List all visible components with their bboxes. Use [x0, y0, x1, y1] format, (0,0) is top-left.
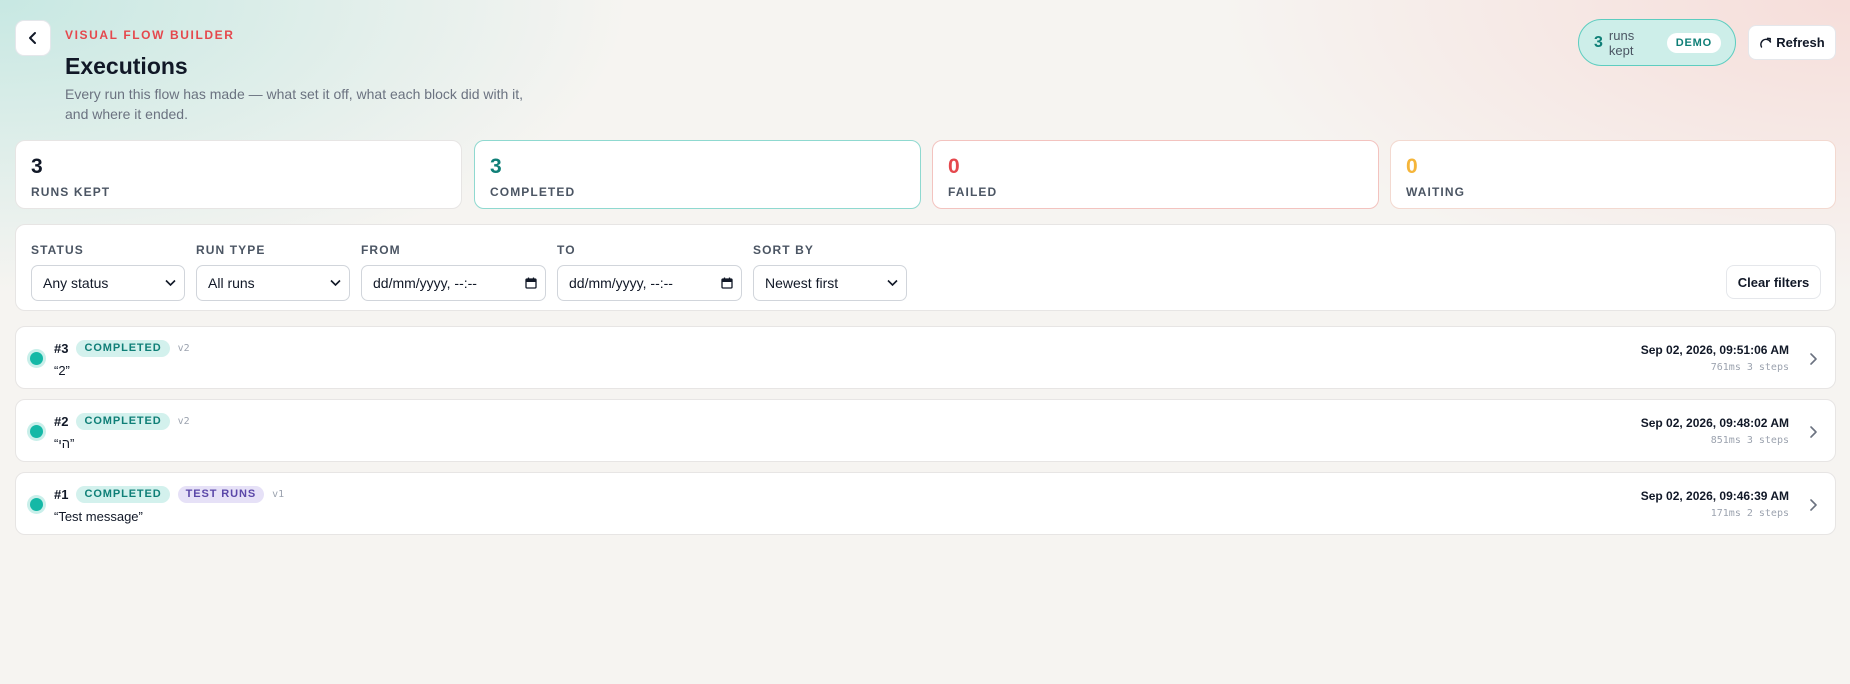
status-select[interactable]: Any status [31, 265, 185, 301]
chevron-down-icon [330, 279, 341, 287]
refresh-button[interactable]: Refresh [1748, 25, 1836, 60]
status-badge: COMPLETED [76, 485, 170, 503]
runs-kept-label: runs kept [1608, 27, 1635, 58]
run-number: #2 [54, 413, 69, 429]
run-timestamp: Sep 02, 2026, 09:48:02 AM [1640, 416, 1789, 430]
run-row[interactable]: #1 COMPLETED TEST RUNS v1 “Test message”… [15, 472, 1836, 535]
test-run-badge: TEST RUNS [177, 485, 265, 503]
version-label: v2 [177, 415, 190, 427]
run-type-filter-label: RUN TYPE [196, 243, 266, 257]
run-steps: 3 steps [1746, 435, 1789, 446]
refresh-label: Refresh [1776, 35, 1825, 50]
stat-label: FAILED [948, 185, 998, 199]
runs-kept-count: 3 [1594, 33, 1603, 51]
status-badge: COMPLETED [76, 412, 170, 430]
filter-panel: STATUS Any status RUN TYPE All runs FROM… [15, 224, 1836, 311]
status-select-value: Any status [43, 275, 109, 291]
sort-by-select-value: Newest first [765, 275, 839, 291]
from-filter: FROM dd/mm/yyyy, --:-- [361, 243, 546, 301]
run-type-select[interactable]: All runs [196, 265, 350, 301]
chevron-right-icon [1810, 426, 1817, 438]
to-datetime-placeholder: dd/mm/yyyy, --:-- [569, 275, 673, 291]
chevron-right-icon [1810, 353, 1817, 365]
calendar-icon[interactable] [525, 277, 537, 289]
version-label: v2 [177, 342, 190, 354]
from-filter-label: FROM [361, 243, 401, 257]
refresh-icon [1760, 37, 1772, 48]
run-timestamp: Sep 02, 2026, 09:51:06 AM [1640, 343, 1789, 357]
run-type-filter: RUN TYPE All runs [196, 243, 350, 301]
page-title: Executions [65, 53, 188, 79]
run-trigger-message: “2” [54, 363, 70, 378]
run-timestamp: Sep 02, 2026, 09:46:39 AM [1640, 489, 1789, 503]
from-datetime-placeholder: dd/mm/yyyy, --:-- [373, 275, 477, 291]
run-duration: 171ms [1710, 508, 1741, 519]
run-row[interactable]: #3 COMPLETED v2 “2” Sep 02, 2026, 09:51:… [15, 326, 1836, 389]
from-datetime-input[interactable]: dd/mm/yyyy, --:-- [361, 265, 546, 301]
version-label: v1 [272, 488, 285, 500]
runs-kept-pill: 3 runs kept DEMO [1578, 19, 1736, 66]
sort-by-filter-label: SORT BY [753, 243, 815, 257]
back-button[interactable] [15, 20, 51, 56]
sort-by-filter: SORT BY Newest first [753, 243, 907, 301]
stat-value: 0 [948, 155, 960, 178]
status-dot [30, 425, 43, 438]
run-duration: 851ms [1710, 435, 1741, 446]
status-filter: STATUS Any status [31, 243, 185, 301]
chevron-right-icon [1810, 499, 1817, 511]
calendar-icon[interactable] [721, 277, 733, 289]
status-dot [30, 352, 43, 365]
stat-card-completed: 3 COMPLETED [474, 140, 921, 209]
run-steps: 3 steps [1746, 362, 1789, 373]
stat-card-runs-kept: 3 RUNS KEPT [15, 140, 462, 209]
clear-filters-button[interactable]: Clear filters [1726, 265, 1821, 299]
stat-value: 3 [490, 155, 502, 178]
chevron-left-icon [29, 32, 36, 44]
run-number: #3 [54, 340, 69, 356]
chevron-down-icon [887, 279, 898, 287]
stat-value: 0 [1406, 155, 1418, 178]
status-filter-label: STATUS [31, 243, 84, 257]
run-trigger-message: “הי” [54, 436, 75, 451]
run-number: #1 [54, 486, 69, 502]
stat-label: RUNS KEPT [31, 185, 111, 199]
stat-label: COMPLETED [490, 185, 576, 199]
stat-label: WAITING [1406, 185, 1466, 199]
run-duration: 761ms [1710, 362, 1741, 373]
to-filter-label: TO [557, 243, 576, 257]
stat-card-failed: 0 FAILED [932, 140, 1379, 209]
sort-by-select[interactable]: Newest first [753, 265, 907, 301]
chevron-down-icon [165, 279, 176, 287]
demo-badge: DEMO [1666, 32, 1721, 53]
breadcrumb: VISUAL FLOW BUILDER [65, 28, 235, 42]
run-steps: 2 steps [1746, 508, 1789, 519]
stat-value: 3 [31, 155, 43, 178]
run-type-select-value: All runs [208, 275, 255, 291]
to-datetime-input[interactable]: dd/mm/yyyy, --:-- [557, 265, 742, 301]
page-description: Every run this flow has made — what set … [65, 86, 524, 122]
run-trigger-message: “Test message” [54, 509, 143, 524]
status-dot [30, 498, 43, 511]
run-row[interactable]: #2 COMPLETED v2 “הי” Sep 02, 2026, 09:48… [15, 399, 1836, 462]
status-badge: COMPLETED [76, 339, 170, 357]
to-filter: TO dd/mm/yyyy, --:-- [557, 243, 742, 301]
stat-card-waiting: 0 WAITING [1390, 140, 1836, 209]
